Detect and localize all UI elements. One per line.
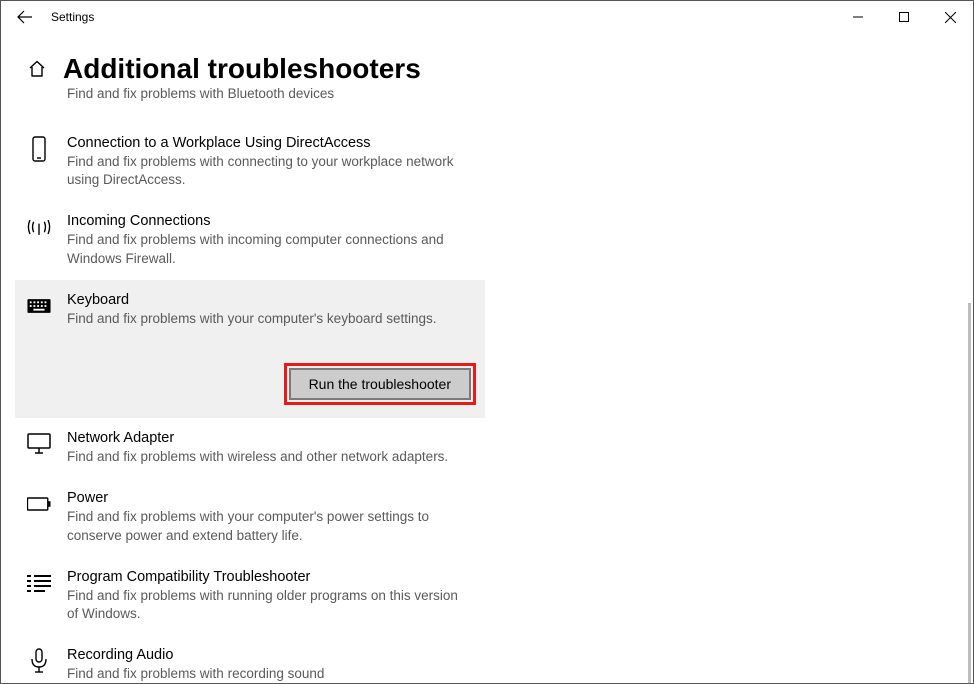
item-desc: Find and fix problems with your computer… [67, 508, 467, 544]
troubleshooter-item-network[interactable]: Network Adapter Find and fix problems wi… [15, 418, 485, 478]
home-icon[interactable] [27, 59, 47, 79]
workplace-icon [27, 137, 51, 161]
page-title: Additional troubleshooters [63, 53, 421, 85]
troubleshooter-item-bluetooth[interactable]: Find and fix problems with Bluetooth dev… [15, 85, 485, 123]
item-desc: Find and fix problems with wireless and … [67, 448, 448, 466]
bluetooth-icon [27, 87, 51, 111]
item-title: Program Compatibility Troubleshooter [67, 569, 467, 585]
item-title: Recording Audio [67, 647, 324, 663]
item-desc: Find and fix problems with Bluetooth dev… [67, 85, 334, 103]
scrollbar[interactable] [968, 303, 971, 683]
maximize-button[interactable] [881, 1, 927, 33]
content-area: Additional troubleshooters Find and fix … [1, 33, 973, 683]
minimize-button[interactable] [835, 1, 881, 33]
item-desc: Find and fix problems with connecting to… [67, 153, 467, 189]
back-button[interactable] [17, 9, 33, 25]
troubleshooter-item-power[interactable]: Power Find and fix problems with your co… [15, 478, 485, 556]
troubleshooter-item-recording[interactable]: Recording Audio Find and fix problems wi… [15, 635, 485, 683]
troubleshooter-item-keyboard[interactable]: Keyboard Find and fix problems with your… [15, 280, 485, 418]
close-button[interactable] [927, 1, 973, 33]
run-troubleshooter-button[interactable]: Run the troubleshooter [289, 368, 471, 400]
item-title: Connection to a Workplace Using DirectAc… [67, 135, 467, 151]
item-title: Incoming Connections [67, 213, 467, 229]
troubleshooter-item-incoming[interactable]: Incoming Connections Find and fix proble… [15, 201, 485, 279]
battery-icon [27, 492, 51, 516]
item-desc: Find and fix problems with your computer… [67, 310, 437, 328]
monitor-icon [27, 432, 51, 456]
item-desc: Find and fix problems with recording sou… [67, 665, 324, 683]
item-title: Network Adapter [67, 430, 448, 446]
troubleshooter-item-compat[interactable]: Program Compatibility Troubleshooter Fin… [15, 557, 485, 635]
troubleshooter-list: Find and fix problems with Bluetooth dev… [15, 85, 485, 683]
item-title: Power [67, 490, 467, 506]
keyboard-icon [27, 294, 51, 318]
titlebar: Settings [1, 1, 973, 33]
item-title: Keyboard [67, 292, 437, 308]
signal-icon [27, 215, 51, 239]
page-header: Additional troubleshooters [27, 53, 947, 85]
item-desc: Find and fix problems with running older… [67, 587, 467, 623]
microphone-icon [27, 649, 51, 673]
item-desc: Find and fix problems with incoming comp… [67, 231, 467, 267]
window-controls [835, 1, 973, 33]
list-icon [27, 571, 51, 595]
app-title: Settings [51, 10, 94, 24]
troubleshooter-item-directaccess[interactable]: Connection to a Workplace Using DirectAc… [15, 123, 485, 201]
